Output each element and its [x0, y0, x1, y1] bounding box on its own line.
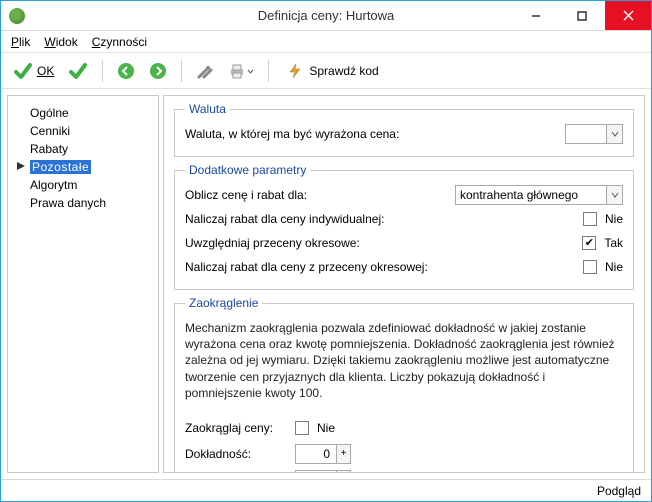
okr-rabat-value: Nie [605, 260, 623, 274]
currency-group: Waluta Waluta, w której ma być wyrażona … [174, 102, 634, 157]
ok-label: OK [37, 64, 54, 78]
round-checkbox[interactable]: Nie [295, 418, 335, 438]
back-button[interactable] [113, 58, 139, 84]
close-button[interactable] [605, 1, 651, 30]
print-button[interactable] [224, 58, 258, 84]
currency-label: Waluta, w której ma być wyrażona cena: [185, 127, 565, 141]
okr-value: Tak [604, 236, 623, 250]
details-panel: Waluta Waluta, w której ma być wyrażona … [163, 95, 645, 473]
arrow-left-circle-icon [117, 62, 135, 80]
calc-label: Oblicz cenę i rabat dla: [185, 188, 455, 202]
currency-legend: Waluta [185, 102, 230, 116]
params-legend: Dodatkowe parametry [185, 163, 310, 177]
arrow-right-icon [16, 161, 26, 171]
nav-item-rabaty[interactable]: Rabaty [12, 140, 154, 158]
okr-label: Uwzględniaj przeceny okresowe: [185, 236, 582, 250]
ind-label: Naliczaj rabat dla ceny indywidualnej: [185, 212, 583, 226]
calc-combo[interactable]: kontrahenta głównego [455, 185, 623, 205]
nav-item-algorytm[interactable]: Algorytm [12, 176, 154, 194]
currency-combo[interactable] [565, 124, 623, 144]
ind-value: Nie [605, 212, 623, 226]
params-group: Dodatkowe parametry Oblicz cenę i rabat … [174, 163, 634, 290]
calc-value: kontrahenta głównego [456, 188, 606, 202]
minimize-button[interactable] [513, 1, 559, 30]
nav-item-prawa-danych[interactable]: Prawa danych [12, 194, 154, 212]
nav-item-pozostale[interactable]: Pozostałe [12, 158, 154, 176]
chevron-down-icon [606, 186, 622, 204]
check-code-button[interactable]: Sprawdź kod [279, 58, 386, 84]
rounding-legend: Zaokrąglenie [185, 296, 262, 310]
app-icon [9, 8, 25, 24]
check-green-icon [13, 61, 33, 81]
precision-spinner[interactable]: 0 + [295, 444, 351, 464]
tools-button[interactable] [192, 58, 218, 84]
window-controls [513, 1, 651, 30]
separator [102, 60, 103, 82]
rounding-group: Zaokrąglenie Mechanizm zaokrąglenia pozw… [174, 296, 634, 473]
ind-checkbox[interactable]: Nie [583, 209, 623, 229]
status-bar: Podgląd [1, 479, 651, 501]
forward-button[interactable] [145, 58, 171, 84]
okr-checkbox[interactable]: ✔ Tak [582, 233, 623, 253]
menu-czynnosci[interactable]: Czynności [92, 35, 147, 49]
reduce-value: 0 [296, 471, 336, 473]
reduce-spinner[interactable]: 0 + [295, 470, 351, 473]
check-green-icon [68, 61, 88, 81]
plus-icon: + [336, 445, 350, 463]
chevron-down-icon [247, 62, 254, 80]
arrow-right-circle-icon [149, 62, 167, 80]
precision-value: 0 [296, 445, 336, 463]
title-bar: Definicja ceny: Hurtowa [1, 1, 651, 31]
nav-tree: Ogólne Cenniki Rabaty Pozostałe Algorytm… [7, 95, 159, 473]
checkbox-unchecked-icon [295, 421, 309, 435]
round-value: Nie [317, 421, 335, 435]
check-code-label: Sprawdź kod [309, 64, 378, 78]
ok-button[interactable]: OK [9, 58, 58, 84]
rounding-desc: Mechanizm zaokrąglenia pozwala zdefiniow… [185, 320, 623, 401]
okr-rabat-checkbox[interactable]: Nie [583, 257, 623, 277]
checkbox-unchecked-icon [583, 212, 597, 226]
nav-item-cenniki[interactable]: Cenniki [12, 122, 154, 140]
chevron-down-icon [606, 125, 622, 143]
apply-button[interactable] [64, 58, 92, 84]
status-preview[interactable]: Podgląd [597, 484, 641, 498]
tools-icon [196, 62, 214, 80]
round-label: Zaokrąglaj ceny: [185, 421, 295, 435]
separator [181, 60, 182, 82]
menu-bar: Plik Widok Czynności [1, 31, 651, 53]
checkbox-checked-icon: ✔ [582, 236, 596, 250]
content-area: Ogólne Cenniki Rabaty Pozostałe Algorytm… [1, 89, 651, 479]
menu-plik[interactable]: Plik [11, 35, 30, 49]
lightning-icon [287, 63, 303, 79]
nav-item-ogolne[interactable]: Ogólne [12, 104, 154, 122]
separator [268, 60, 269, 82]
plus-icon: + [336, 471, 350, 473]
checkbox-unchecked-icon [583, 260, 597, 274]
precision-label: Dokładność: [185, 447, 295, 461]
printer-icon [228, 62, 246, 80]
okr-rabat-label: Naliczaj rabat dla ceny z przeceny okres… [185, 260, 583, 274]
maximize-button[interactable] [559, 1, 605, 30]
menu-widok[interactable]: Widok [44, 35, 77, 49]
toolbar: OK Sprawdź kod [1, 53, 651, 89]
